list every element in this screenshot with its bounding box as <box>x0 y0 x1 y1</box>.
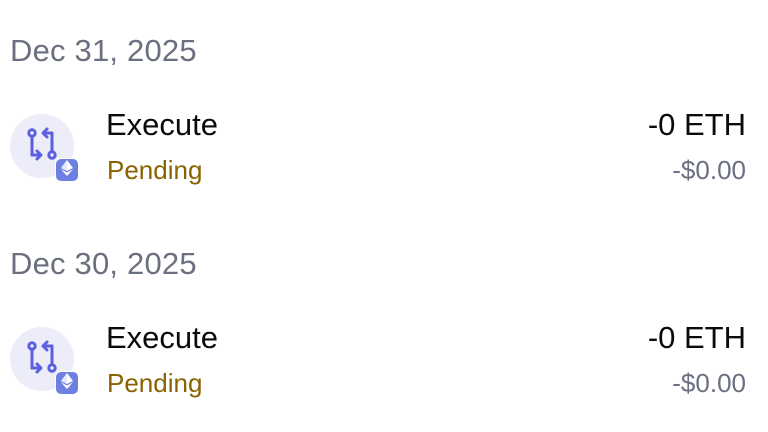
ethereum-badge <box>55 158 79 182</box>
ethereum-icon <box>61 159 73 181</box>
transaction-status: Pending <box>107 155 203 185</box>
transaction-title: Execute <box>106 107 219 142</box>
transaction-fiat-amount: -$0.00 <box>672 368 746 398</box>
date-header: Dec 30, 2025 <box>10 246 197 281</box>
activity-list: Dec 31, 2025 Execute Pending -0 ETH -$0.… <box>0 0 768 432</box>
date-header: Dec 31, 2025 <box>10 33 197 68</box>
transaction-row[interactable]: Execute Pending -0 ETH -$0.00 <box>0 100 768 196</box>
transaction-amount: -0 ETH <box>647 320 746 355</box>
transaction-title: Execute <box>106 320 219 355</box>
transaction-amount: -0 ETH <box>647 107 746 142</box>
ethereum-badge <box>55 371 79 395</box>
execute-icon <box>24 339 60 380</box>
ethereum-icon <box>61 372 73 394</box>
transaction-fiat-amount: -$0.00 <box>672 155 746 185</box>
execute-icon <box>24 126 60 167</box>
transaction-status: Pending <box>107 368 203 398</box>
transaction-row[interactable]: Execute Pending -0 ETH -$0.00 <box>0 313 768 409</box>
